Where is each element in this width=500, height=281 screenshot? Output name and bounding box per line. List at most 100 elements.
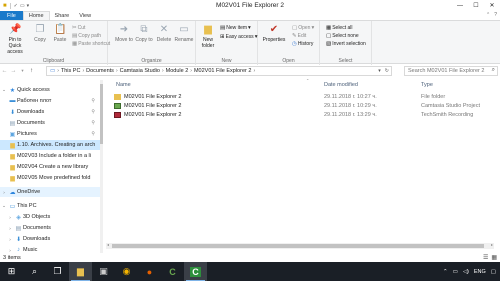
tab-file[interactable]: File <box>0 11 23 20</box>
breadcrumb-this-pc[interactable]: This PC <box>61 68 81 74</box>
back-arrow-icon[interactable]: ← <box>0 68 9 74</box>
column-header-type[interactable]: Type <box>421 80 433 89</box>
scroll-right-icon[interactable]: ▸ <box>491 242 493 247</box>
refresh-icon[interactable]: ↻ <box>385 68 389 74</box>
expand-chevron-icon[interactable]: › <box>6 226 14 231</box>
search-box[interactable]: Search M02V01 File Explorer 2 ⌕ <box>404 66 498 76</box>
table-row[interactable]: M02V01 File Explorer 2 29.11.2018 г. 13:… <box>106 110 494 119</box>
tab-share[interactable]: Share <box>50 11 75 20</box>
camtasia-taskbar-button[interactable]: C <box>161 262 184 281</box>
new-item-button[interactable]: ▤ New item ▾ <box>220 24 251 31</box>
nav-item-downloads[interactable]: ⬇ Downloads ⚲ <box>0 107 100 117</box>
up-arrow-icon[interactable]: ↑ <box>27 68 36 74</box>
forward-arrow-icon[interactable]: → <box>9 68 18 74</box>
horizontal-scrollbar-thumb[interactable] <box>112 244 484 248</box>
table-row[interactable]: M02V01 File Explorer 2 29.11.2018 г. 10:… <box>106 92 494 101</box>
nav-scrollbar[interactable] <box>100 80 103 262</box>
open-dropdown-icon: ▾ <box>311 24 315 31</box>
copy-path-label: Copy path <box>78 32 101 39</box>
copy-path-button[interactable]: ▤ Copy path <box>72 32 101 39</box>
nav-quick-access[interactable]: ⌄ ★ Quick access <box>0 85 100 95</box>
network-icon[interactable]: ▭ <box>453 269 458 275</box>
nav-item-m02v03[interactable]: ▆ M02V03 Include a folder in a li <box>0 151 100 161</box>
select-none-button[interactable]: ▢ Select none <box>326 32 359 39</box>
details-view-icon[interactable]: ☰ <box>483 254 488 261</box>
delete-button[interactable]: ✕ Delete <box>154 24 174 43</box>
nav-item-pc-documents[interactable]: › ▤ Documents <box>0 223 100 233</box>
expand-chevron-icon[interactable]: › <box>6 215 14 220</box>
search-taskbar-button[interactable]: ⌕ <box>23 262 46 281</box>
easy-access-button[interactable]: ⊞ Easy access ▾ <box>220 33 257 40</box>
camtasia-recorder-taskbar-button[interactable]: C <box>184 262 207 281</box>
collapse-ribbon-icon[interactable]: ⌃ <box>486 12 490 18</box>
copy-button[interactable]: ❐ Copy <box>30 24 50 43</box>
breadcrumb-documents[interactable]: Documents <box>86 68 114 74</box>
new-group: ▆ New folder ▤ New item ▾ ⊞ Easy access … <box>196 21 258 65</box>
nav-this-pc[interactable]: ⌄ ▭ This PC <box>0 201 100 211</box>
start-button[interactable]: ⊞ <box>0 262 23 281</box>
expand-chevron-icon[interactable]: › <box>0 190 8 195</box>
minimize-button[interactable]: — <box>452 0 468 11</box>
move-to-button[interactable]: ➜ Move to <box>114 24 134 43</box>
pictures-icon: ▣ <box>9 131 16 138</box>
expand-chevron-icon[interactable]: ⌄ <box>0 87 8 93</box>
new-folder-button[interactable]: ▆ New folder <box>198 24 218 49</box>
search-input[interactable]: Search M02V01 File Explorer 2 <box>408 68 484 74</box>
large-icons-view-icon[interactable]: ▦ <box>491 254 497 261</box>
help-icon[interactable]: ? <box>494 12 497 18</box>
cut-button[interactable]: ✂ Cut <box>72 24 85 31</box>
breadcrumb-current-folder[interactable]: M02V01 File Explorer 2 <box>194 68 251 74</box>
horizontal-scrollbar[interactable]: ◂ ▸ <box>106 242 494 249</box>
edit-button[interactable]: ✎ Edit <box>292 32 306 39</box>
nav-item-pictures[interactable]: ▣ Pictures ⚲ <box>0 129 100 139</box>
notifications-icon[interactable]: ▢ <box>491 269 496 275</box>
address-bar[interactable]: ▭ › This PC › Documents › Camtasia Studi… <box>46 66 392 76</box>
task-view-button[interactable]: ❐ <box>46 262 69 281</box>
file-explorer-taskbar-button[interactable]: ▆ <box>69 262 92 281</box>
tab-view[interactable]: View <box>74 11 96 20</box>
nav-item-archives[interactable]: ▆ 1.10. Archives. Creating an arch <box>0 140 100 150</box>
select-all-button[interactable]: ▦ Select all <box>326 24 353 31</box>
rename-button[interactable]: ▭ Rename <box>174 24 194 43</box>
recent-locations-icon[interactable]: ▾ <box>18 68 27 74</box>
paste-shortcut-button[interactable]: ▦ Paste shortcut <box>72 40 110 47</box>
copy-to-label: Copy to <box>135 37 153 43</box>
breadcrumb-camtasia-studio[interactable]: Camtasia Studio <box>120 68 160 74</box>
chrome-taskbar-button[interactable]: ◉ <box>115 262 138 281</box>
nav-item-m02v04[interactable]: ▆ M02V04 Create a new library <box>0 162 100 172</box>
invert-selection-button[interactable]: ▧ Invert selection <box>326 40 366 47</box>
nav-item-documents[interactable]: ▤ Documents ⚲ <box>0 118 100 128</box>
expand-chevron-icon[interactable]: › <box>6 248 14 253</box>
firefox-taskbar-button[interactable]: ● <box>138 262 161 281</box>
paste-button[interactable]: 📋 Paste <box>50 24 70 43</box>
breadcrumb-separator: › <box>115 68 118 74</box>
computer-icon: ▭ <box>9 203 16 210</box>
expand-chevron-icon[interactable]: ⌄ <box>0 203 8 209</box>
nav-item-pc-downloads[interactable]: › ⬇ Downloads <box>0 234 100 244</box>
language-indicator[interactable]: ENG <box>474 269 486 275</box>
tab-home[interactable]: Home <box>22 11 50 20</box>
nav-scrollbar-thumb[interactable] <box>100 84 103 144</box>
volume-icon[interactable]: ◁) <box>463 269 469 275</box>
breadcrumb-module-2[interactable]: Module 2 <box>166 68 189 74</box>
history-button[interactable]: ◷ History <box>292 40 313 47</box>
expand-chevron-icon[interactable]: › <box>6 237 14 242</box>
pin-quick-access-button[interactable]: 📌 Pin to Quick access <box>2 24 28 55</box>
copy-to-button[interactable]: ⧉ Copy to <box>134 24 154 43</box>
nav-onedrive[interactable]: › ☁ OneDrive <box>0 187 100 197</box>
column-header-name[interactable]: Name <box>116 80 131 89</box>
table-row[interactable]: M02V01 File Explorer 2 29.11.2018 г. 10:… <box>106 101 494 110</box>
new-item-label: New item <box>226 24 248 31</box>
open-button[interactable]: ▢ Open ▾ <box>292 24 314 31</box>
nav-item-m02v05[interactable]: ▆ M02V05 Move predefined fold <box>0 173 100 183</box>
nav-item-3d-objects[interactable]: › ◈ 3D Objects <box>0 212 100 222</box>
address-dropdown-icon[interactable]: ▾ <box>378 68 381 74</box>
close-button[interactable]: ✕ <box>484 0 500 11</box>
properties-button[interactable]: ✔ Properties <box>261 24 287 43</box>
maximize-button[interactable]: ☐ <box>468 0 484 11</box>
column-header-date[interactable]: Date modified <box>324 80 358 89</box>
show-hidden-icons-icon[interactable]: ⌃ <box>443 269 448 275</box>
store-taskbar-button[interactable]: ▣ <box>92 262 115 281</box>
nav-item-desktop[interactable]: ▬ Работен плот ⚲ <box>0 96 100 106</box>
scroll-left-icon[interactable]: ◂ <box>107 242 109 247</box>
